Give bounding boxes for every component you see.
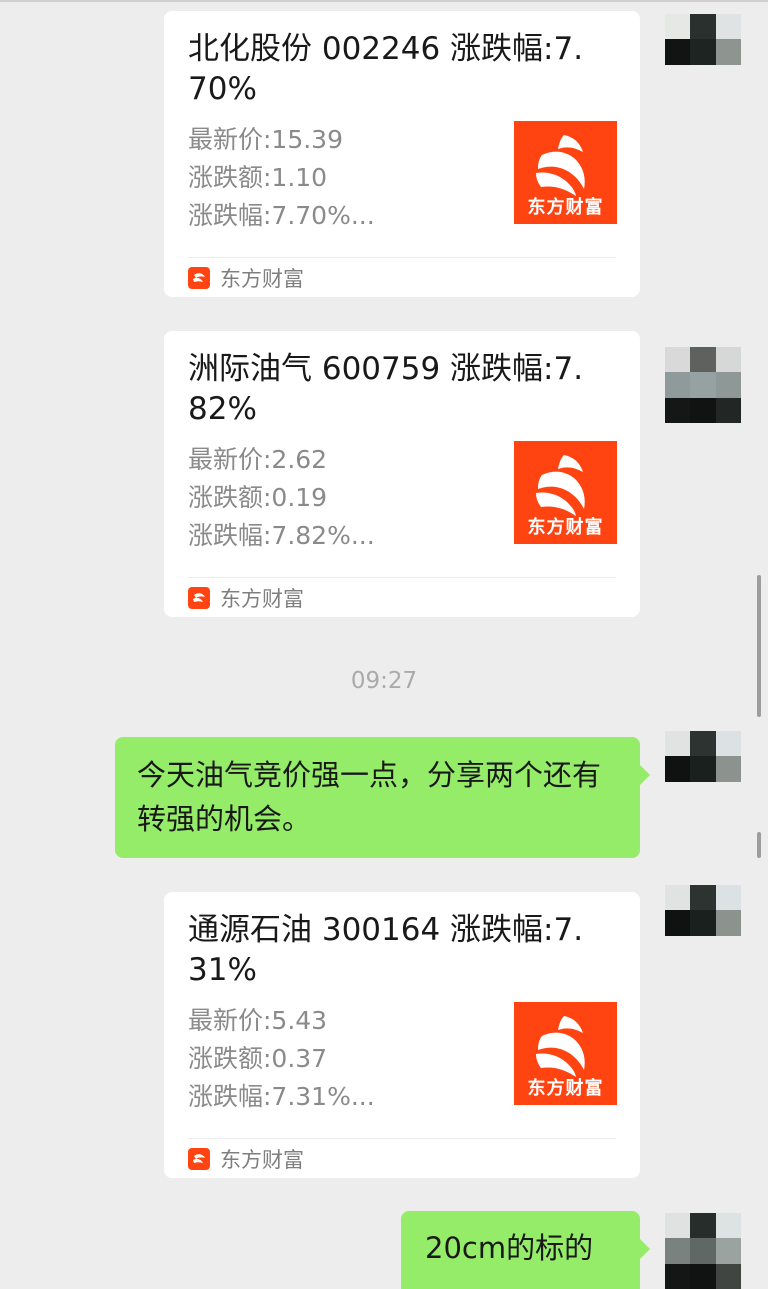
card-source: 东方财富	[188, 1144, 304, 1174]
card-description: 最新价:2.62 涨跌额:0.19 涨跌幅:7.82%...	[188, 441, 375, 555]
sent-message-bubble[interactable]: 20cm的标的	[401, 1211, 650, 1289]
eastmoney-icon	[188, 1148, 210, 1170]
avatar[interactable]	[665, 1213, 741, 1289]
bubble-tail	[640, 765, 650, 785]
change-percent: 涨跌幅:7.82%...	[188, 521, 375, 550]
eastmoney-logo-thumbnail: 东方财富	[514, 1002, 617, 1105]
card-description: 最新价:15.39 涨跌额:1.10 涨跌幅:7.70%...	[188, 121, 375, 235]
eastmoney-logo-thumbnail: 东方财富	[514, 441, 617, 544]
logo-text: 东方财富	[527, 1078, 604, 1099]
avatar[interactable]	[665, 885, 741, 961]
stock-link-card[interactable]: 通源石油 300164 涨跌幅:7.31% 最新价:5.43 涨跌额:0.37 …	[164, 892, 640, 1178]
latest-price: 最新价:2.62	[188, 445, 328, 474]
stock-link-card[interactable]: 北化股份 002246 涨跌幅:7.70% 最新价:15.39 涨跌额:1.10…	[164, 11, 640, 297]
scrollbar-thumb[interactable]	[757, 575, 761, 717]
logo-text: 东方财富	[527, 197, 604, 218]
change-percent: 涨跌幅:7.70%...	[188, 201, 375, 230]
card-title: 北化股份 002246 涨跌幅:7.70%	[188, 31, 584, 107]
latest-price: 最新价:5.43	[188, 1006, 328, 1035]
price-change: 涨跌额:0.19	[188, 483, 328, 512]
sent-message-bubble[interactable]: 今天油气竞价强一点，分享两个还有转强的机会。	[115, 737, 650, 858]
eastmoney-icon	[188, 267, 210, 289]
card-divider	[188, 257, 616, 258]
scrollbar-marker	[757, 832, 761, 858]
price-change: 涨跌额:0.37	[188, 1044, 328, 1073]
message-text: 今天油气竞价强一点，分享两个还有转强的机会。	[137, 758, 602, 836]
card-description: 最新价:5.43 涨跌额:0.37 涨跌幅:7.31%...	[188, 1002, 375, 1116]
card-title: 洲际油气 600759 涨跌幅:7.82%	[188, 351, 584, 427]
source-name: 东方财富	[220, 1148, 304, 1172]
price-change: 涨跌额:1.10	[188, 163, 328, 192]
message-text: 20cm的标的	[425, 1231, 594, 1265]
avatar[interactable]	[665, 731, 741, 807]
bubble-tail	[640, 1239, 650, 1259]
latest-price: 最新价:15.39	[188, 125, 343, 154]
card-divider	[188, 1138, 616, 1139]
message-timestamp: 09:27	[350, 668, 418, 694]
avatar[interactable]	[665, 347, 741, 423]
change-percent: 涨跌幅:7.31%...	[188, 1082, 375, 1111]
stock-link-card[interactable]: 洲际油气 600759 涨跌幅:7.82% 最新价:2.62 涨跌额:0.19 …	[164, 331, 640, 617]
source-name: 东方财富	[220, 587, 304, 611]
top-border	[0, 0, 768, 2]
card-source: 东方财富	[188, 263, 304, 293]
logo-text: 东方财富	[527, 517, 604, 538]
eastmoney-icon	[188, 587, 210, 609]
card-title: 通源石油 300164 涨跌幅:7.31%	[188, 912, 584, 988]
eastmoney-logo-thumbnail: 东方财富	[514, 121, 617, 224]
source-name: 东方财富	[220, 267, 304, 291]
card-source: 东方财富	[188, 583, 304, 613]
card-divider	[188, 577, 616, 578]
avatar[interactable]	[665, 14, 741, 90]
